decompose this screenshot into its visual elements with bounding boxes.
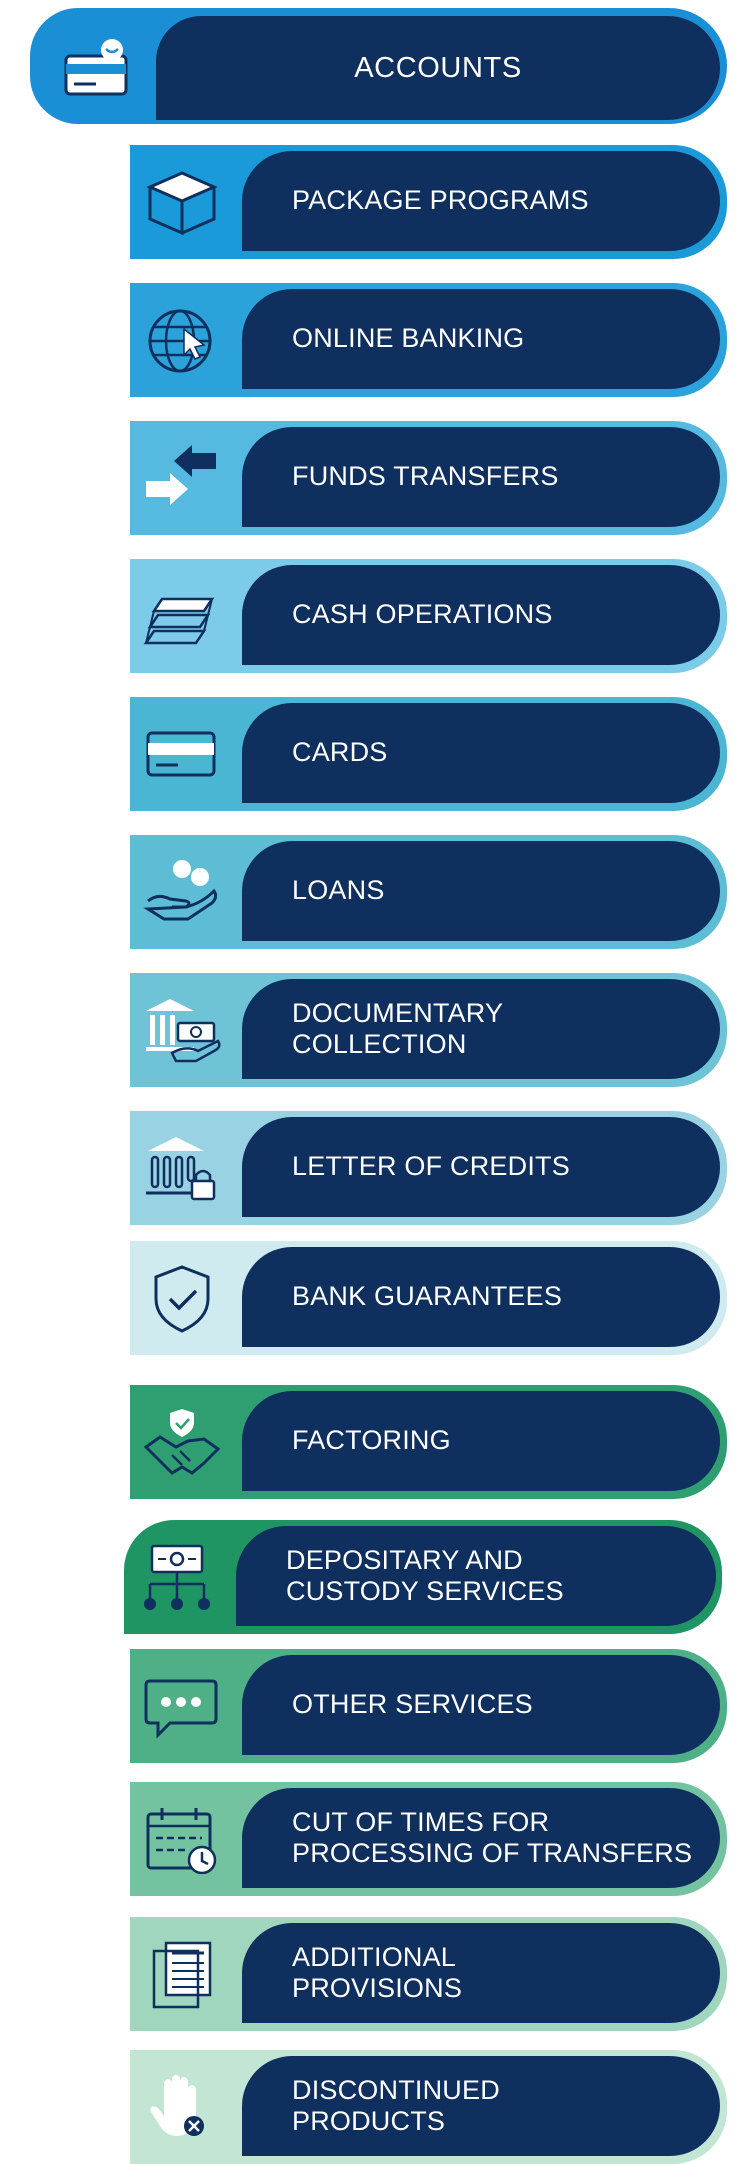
icon-panel: [130, 1782, 240, 1896]
menu-item-label: BANK GUARANTEES: [242, 1247, 720, 1347]
accounts-header-label: ACCOUNTS: [156, 16, 720, 120]
documents-icon: [152, 1941, 212, 2009]
menu-item-documentary-collection[interactable]: DOCUMENTARY COLLECTION: [130, 973, 727, 1087]
icon-panel: [130, 421, 240, 535]
box-icon: [146, 171, 218, 236]
shield-check-icon: [154, 1265, 210, 1333]
icon-panel: [130, 1385, 240, 1499]
custody-network-icon: [144, 1544, 210, 1610]
menu-item-label: CARDS: [242, 703, 720, 803]
stop-hand-icon: [150, 2075, 204, 2136]
menu-item-discontinued-products[interactable]: DISCONTINUED PRODUCTS: [130, 2050, 727, 2164]
menu-item-label: DISCONTINUED PRODUCTS: [242, 2056, 720, 2156]
chat-dots-icon: [144, 1679, 218, 1739]
menu-item-additional-provisions[interactable]: ADDITIONAL PROVISIONS: [130, 1917, 727, 2031]
transfer-arrows-icon: [146, 445, 216, 505]
bank-lock-icon: [146, 1137, 216, 1201]
menu-item-label: FUNDS TRANSFERS: [242, 427, 720, 527]
calendar-clock-icon: [146, 1808, 217, 1874]
menu-item-cut-off-times[interactable]: CUT OF TIMES FOR PROCESSING OF TRANSFERS: [130, 1782, 727, 1896]
menu-item-label: ONLINE BANKING: [242, 289, 720, 389]
menu-item-label: CUT OF TIMES FOR PROCESSING OF TRANSFERS: [242, 1788, 720, 1888]
menu-item-label: LETTER OF CREDITS: [242, 1117, 720, 1217]
icon-panel: [130, 973, 240, 1087]
menu-item-package-programs[interactable]: PACKAGE PROGRAMS: [130, 145, 727, 259]
icon-panel: [130, 1917, 240, 2031]
icon-panel: [130, 1241, 240, 1355]
menu-item-cash-operations[interactable]: CASH OPERATIONS: [130, 559, 727, 673]
menu-item-label: FACTORING: [242, 1391, 720, 1491]
menu-item-depositary-custody[interactable]: DEPOSITARY AND CUSTODY SERVICES: [124, 1520, 722, 1634]
card-icon: [146, 731, 216, 777]
bank-money-icon: [146, 999, 221, 1063]
cash-stack-icon: [143, 597, 215, 645]
icon-panel: [124, 1520, 234, 1634]
icon-panel: [130, 559, 240, 673]
menu-item-label: CASH OPERATIONS: [242, 565, 720, 665]
menu-item-label: DOCUMENTARY COLLECTION: [242, 979, 720, 1079]
menu-item-cards[interactable]: CARDS: [130, 697, 727, 811]
icon-panel: [130, 1649, 240, 1763]
icon-panel: [130, 2050, 240, 2164]
menu-item-funds-transfers[interactable]: FUNDS TRANSFERS: [130, 421, 727, 535]
icon-panel: [130, 283, 240, 397]
icon-panel: [130, 145, 240, 259]
menu-item-label: ADDITIONAL PROVISIONS: [242, 1923, 720, 2023]
handshake-icon: [143, 1409, 221, 1475]
menu-item-label: DEPOSITARY AND CUSTODY SERVICES: [236, 1526, 716, 1626]
icon-panel: [130, 835, 240, 949]
menu-item-loans[interactable]: LOANS: [130, 835, 727, 949]
hand-coins-icon: [143, 860, 218, 921]
menu-item-label: OTHER SERVICES: [242, 1655, 720, 1755]
menu-item-online-banking[interactable]: ONLINE BANKING: [130, 283, 727, 397]
globe-cursor-icon: [148, 309, 212, 373]
account-icon: [64, 39, 128, 96]
menu-item-other-services[interactable]: OTHER SERVICES: [130, 1649, 727, 1763]
menu-item-label: LOANS: [242, 841, 720, 941]
icon-panel: [130, 1111, 240, 1225]
menu-item-letter-of-credits[interactable]: LETTER OF CREDITS: [130, 1111, 727, 1225]
icon-panel: [130, 697, 240, 811]
menu-item-factoring[interactable]: FACTORING: [130, 1385, 727, 1499]
menu-item-label: PACKAGE PROGRAMS: [242, 151, 720, 251]
menu-item-bank-guarantees[interactable]: BANK GUARANTEES: [130, 1241, 727, 1355]
accounts-header-button[interactable]: ACCOUNTS: [30, 8, 727, 124]
